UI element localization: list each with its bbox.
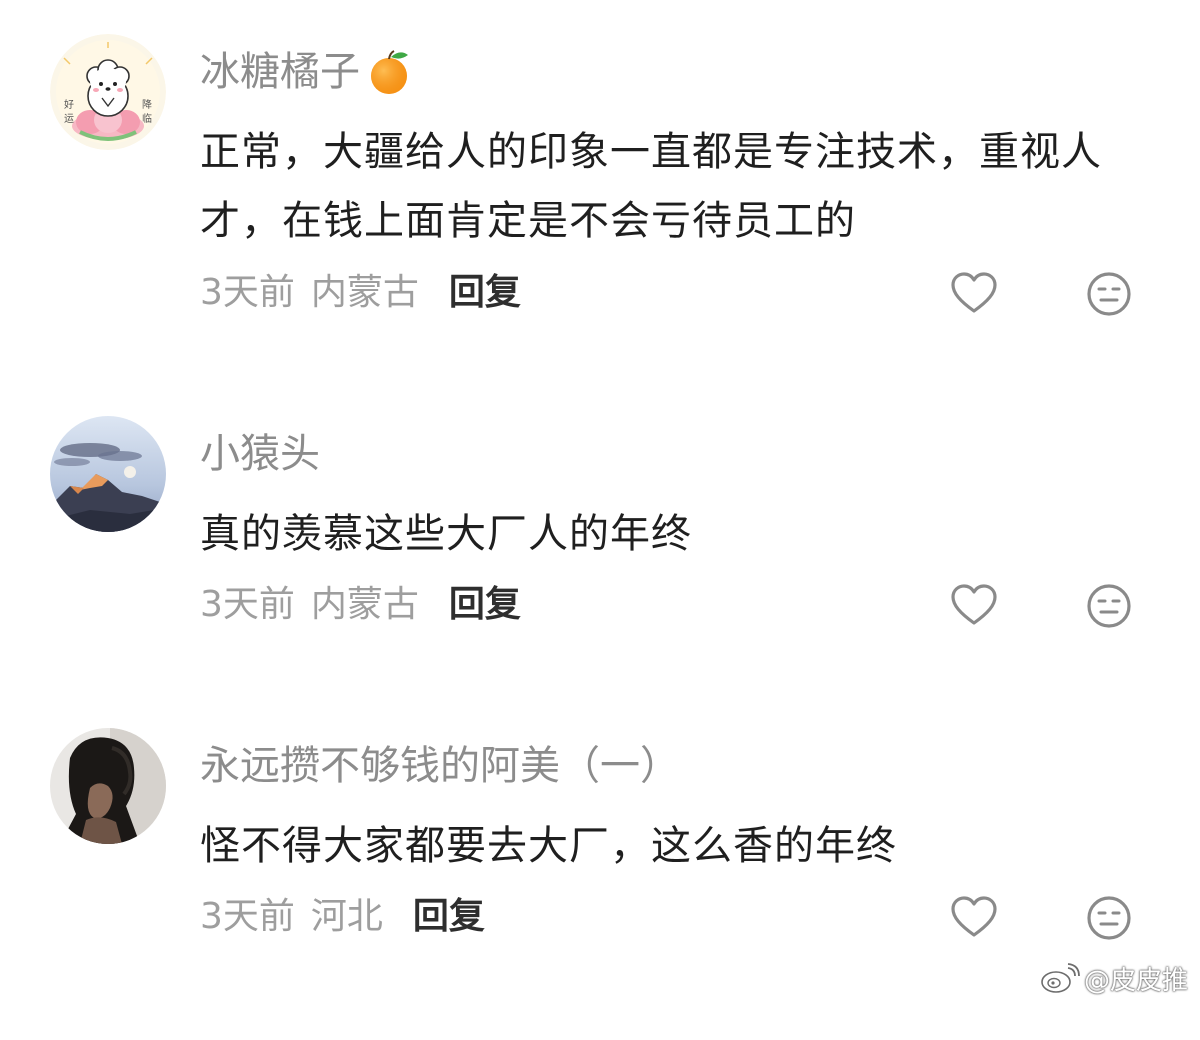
user-avatar[interactable] xyxy=(50,728,166,844)
comment-location: 河北 xyxy=(310,896,383,937)
comment-item: 好 运 降 临 冰糖橘子 正常，大疆给人的印象一直都是专注技术，重视人才，在钱上… xyxy=(0,34,1200,346)
neutral-face-icon xyxy=(1087,896,1131,940)
username[interactable]: 小猿头 xyxy=(200,426,320,482)
weibo-logo-icon xyxy=(1041,963,1080,993)
comment-time: 3天前 xyxy=(200,896,295,937)
username[interactable]: 冰糖橘子 xyxy=(200,44,414,100)
comment-page: { "comments": [ { "username": "冰糖橘子", "u… xyxy=(0,0,1200,1004)
like-button[interactable] xyxy=(948,892,1000,944)
comment-item: 永远攒不够钱的阿美（一） 怪不得大家都要去大厂，这么香的年终 3天前 河北 回复 xyxy=(0,728,1200,1040)
comment-meta: 3天前 河北 回复 xyxy=(200,892,485,942)
heart-outline-icon xyxy=(951,584,997,625)
comment-time: 3天前 xyxy=(200,584,295,625)
username-text: 冰糖橘子 xyxy=(200,49,360,95)
neutral-face-icon xyxy=(1087,272,1131,316)
dislike-button[interactable] xyxy=(1083,268,1135,320)
reply-button[interactable]: 回复 xyxy=(449,268,521,318)
neutral-face-icon xyxy=(1087,584,1131,628)
like-button[interactable] xyxy=(948,268,1000,320)
heart-outline-icon xyxy=(951,896,997,937)
comment-location: 内蒙古 xyxy=(310,584,419,625)
comment-meta: 3天前 内蒙古 回复 xyxy=(200,268,521,318)
heart-outline-icon xyxy=(951,272,997,313)
reply-button[interactable]: 回复 xyxy=(413,892,485,942)
comment-meta: 3天前 内蒙古 回复 xyxy=(200,580,521,630)
watermark: @皮皮推 xyxy=(1040,960,1188,996)
comment-item: 小猿头 真的羡慕这些大厂人的年终 3天前 内蒙古 回复 xyxy=(0,416,1200,728)
user-avatar[interactable]: 好 运 降 临 xyxy=(50,34,166,150)
svg-text:运: 运 xyxy=(64,113,74,125)
comment-text: 真的羡慕这些大厂人的年终 xyxy=(200,511,692,557)
comment-text: 怪不得大家都要去大厂，这么香的年终 xyxy=(200,823,897,869)
puppy-cartoon-avatar: 好 运 降 临 xyxy=(50,34,166,150)
username-text: 永远攒不够钱的阿美（一） xyxy=(200,743,680,789)
username-text: 小猿头 xyxy=(200,431,320,477)
dislike-button[interactable] xyxy=(1083,580,1135,632)
svg-text:降: 降 xyxy=(142,98,152,111)
comment-location: 内蒙古 xyxy=(310,272,419,313)
reply-button[interactable]: 回复 xyxy=(449,580,521,630)
dark-portrait-photo-avatar xyxy=(50,728,166,844)
user-avatar[interactable] xyxy=(50,416,166,532)
svg-text:好: 好 xyxy=(64,99,74,111)
svg-text:临: 临 xyxy=(142,112,152,125)
username[interactable]: 永远攒不够钱的阿美（一） xyxy=(200,738,680,794)
like-button[interactable] xyxy=(948,580,1000,632)
dislike-button[interactable] xyxy=(1083,892,1135,944)
watermark-text: @皮皮推 xyxy=(1083,965,1188,996)
tangerine-emoji-icon xyxy=(364,47,414,97)
mountain-moon-photo-avatar xyxy=(50,416,166,532)
comment-time: 3天前 xyxy=(200,272,295,313)
comment-text: 正常，大疆给人的印象一直都是专注技术，重视人才，在钱上面肯定是不会亏待员工的 xyxy=(200,129,1102,244)
